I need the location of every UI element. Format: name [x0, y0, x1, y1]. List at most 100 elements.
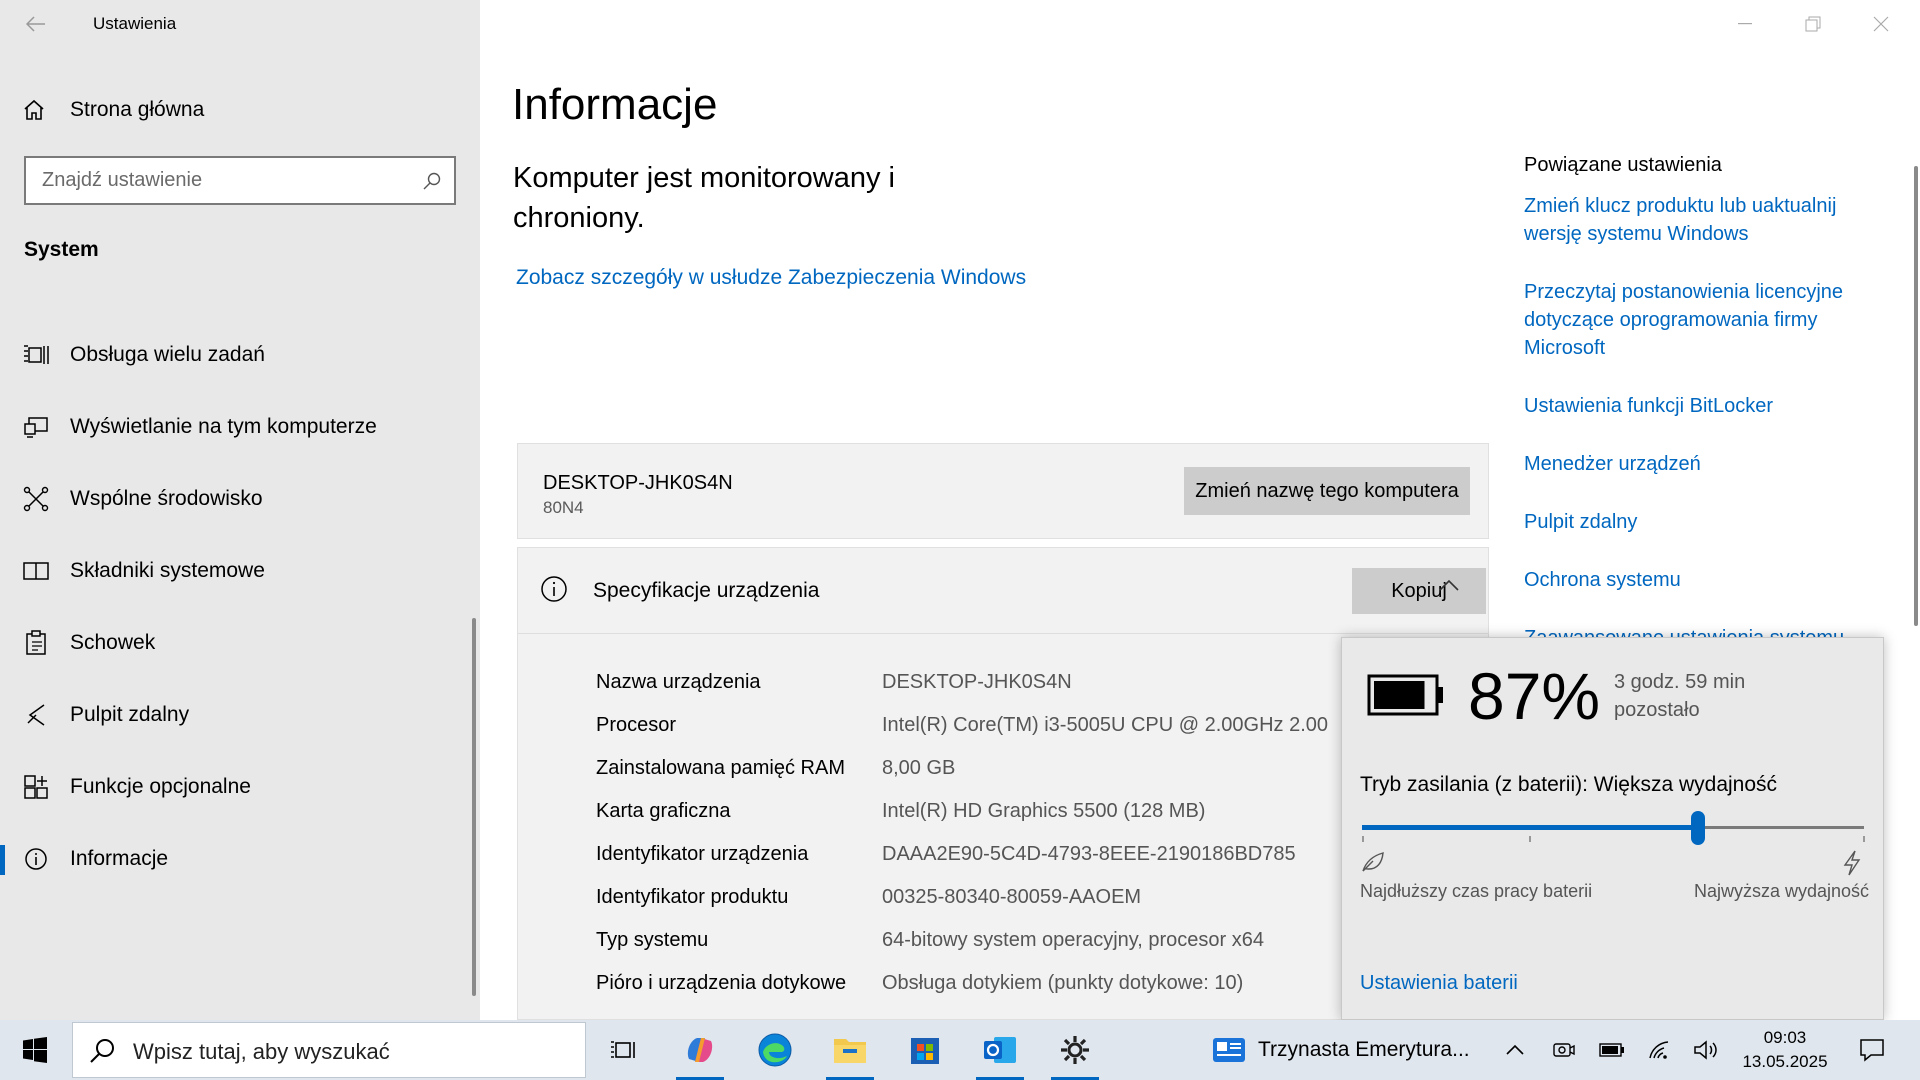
camera-icon [1553, 1043, 1575, 1057]
back-button[interactable] [20, 8, 52, 40]
news-headline: Trzynasta Emerytura... [1258, 1038, 1470, 1061]
spec-key: Pióro i urządzenia dotykowe [596, 972, 847, 994]
spec-value: 00325-80340-80059-AAOEM [882, 886, 1142, 908]
battery-time-remaining: 3 godz. 59 min pozostało [1614, 671, 1746, 721]
sidebar-item-remote-desktop[interactable]: Pulpit zdalny [0, 685, 472, 745]
folder-icon [834, 1039, 866, 1063]
taskbar-app-settings[interactable] [1045, 1020, 1105, 1080]
system-components-icon [22, 557, 50, 585]
outlook-icon [984, 1037, 1016, 1063]
home-icon [24, 99, 44, 120]
rename-pc-button[interactable]: Zmień nazwę tego komputera [1184, 467, 1470, 515]
close-button[interactable] [1858, 6, 1904, 42]
taskbar-search-placeholder: Wpisz tutaj, aby wyszukać [133, 1039, 390, 1064]
taskbar-clock[interactable]: 09:03 13.05.2025 [1730, 1026, 1840, 1074]
device-manager-link[interactable]: Menedżer urządzeń [1524, 450, 1864, 478]
taskbar-app-store[interactable] [895, 1020, 955, 1080]
sidebar-item-about[interactable]: Informacje [0, 829, 472, 889]
notification-icon [1860, 1039, 1884, 1062]
taskbar-app-copilot[interactable] [670, 1020, 730, 1080]
taskbar-search-box[interactable]: Wpisz tutaj, aby wyszukać [72, 1022, 586, 1078]
page-title: Informacje [512, 80, 718, 129]
best-battery-label: Najdłuższy czas pracy baterii [1360, 881, 1593, 901]
search-icon [423, 172, 441, 190]
device-name-card: DESKTOP-JHK0S4N 80N4 Zmień nazwę tego ko… [517, 443, 1489, 539]
taskbar-app-file-explorer[interactable] [820, 1020, 880, 1080]
sidebar-item-shared-experiences[interactable]: Wspólne środowisko [0, 469, 472, 529]
system-protection-link[interactable]: Ochrona systemu [1524, 566, 1864, 594]
close-icon [1873, 16, 1889, 32]
news-widget[interactable]: Trzynasta Emerytura... [1212, 1020, 1470, 1080]
sidebar-scrollbar[interactable] [472, 618, 476, 996]
power-mode-slider-fill [1362, 825, 1699, 830]
device-name: DESKTOP-JHK0S4N [543, 472, 733, 494]
taskbar-app-edge[interactable] [745, 1020, 805, 1080]
settings-search-box[interactable] [24, 156, 456, 205]
sidebar-item-label: Pulpit zdalny [70, 703, 190, 726]
remote-desktop-link[interactable]: Pulpit zdalny [1524, 508, 1864, 536]
chevron-up-icon [1506, 1044, 1524, 1055]
best-performance-label: Najwyższa wydajność [1694, 881, 1870, 901]
camera-tray-button[interactable] [1546, 1020, 1582, 1080]
spec-key: Identyfikator produktu [596, 886, 789, 908]
protection-status-text: Komputer jest monitorowany i chroniony. [513, 162, 895, 234]
change-product-key-link[interactable]: Zmień klucz produktu lub uaktualnij wers… [1524, 192, 1864, 248]
sidebar-item-label: Wspólne środowisko [70, 487, 263, 510]
restore-icon [1805, 16, 1821, 32]
clipboard-icon [22, 629, 50, 657]
optional-features-icon [22, 773, 50, 801]
related-settings-title: Powiązane ustawienia [1524, 154, 1722, 176]
main-scrollbar[interactable] [1914, 166, 1918, 626]
minimize-icon [1738, 23, 1752, 25]
settings-sidebar: Ustawienia Strona główna System Obsługa … [0, 0, 480, 1020]
sidebar-item-label: Obsługa wielu zadań [70, 343, 265, 366]
taskbar: Wpisz tutaj, aby wyszukać Trzynasta Emer… [0, 1020, 1920, 1080]
spec-key: Identyfikator urządzenia [596, 843, 809, 865]
notification-center-button[interactable] [1848, 1020, 1896, 1080]
spec-title: Specyfikacje urządzenia [593, 579, 820, 602]
shared-experiences-icon [22, 485, 50, 513]
battery-tray-button[interactable] [1594, 1020, 1630, 1080]
settings-search-input[interactable] [42, 158, 412, 203]
spec-header[interactable]: Specyfikacje urządzenia Kopiuj [518, 548, 1488, 634]
power-mode-label: Tryb zasilania (z baterii): Większa wyda… [1360, 773, 1778, 796]
network-tray-button[interactable] [1642, 1020, 1678, 1080]
lightning-icon [1843, 850, 1861, 876]
copy-button[interactable]: Kopiuj [1352, 568, 1486, 614]
volume-tray-button[interactable] [1688, 1020, 1724, 1080]
sidebar-item-label: Informacje [70, 847, 169, 870]
leaf-icon [1362, 852, 1384, 872]
home-label: Strona główna [70, 98, 205, 121]
spec-value: DAAA2E90-5C4D-4793-8EEE-2190186BD785 [882, 843, 1296, 865]
sidebar-item-optional-features[interactable]: Funkcje opcjonalne [0, 757, 472, 817]
home-nav-item[interactable]: Strona główna [22, 94, 204, 126]
license-terms-link[interactable]: Przeczytaj postanowienia licencyjne doty… [1524, 278, 1864, 362]
spec-value: 8,00 GB [882, 757, 956, 779]
copilot-icon [687, 1038, 713, 1062]
show-hidden-icons-button[interactable] [1497, 1020, 1533, 1080]
battery-icon [1599, 1043, 1624, 1057]
sidebar-item-multitasking[interactable]: Obsługa wielu zadań [0, 325, 472, 385]
maximize-button[interactable] [1790, 6, 1836, 42]
sidebar-item-projecting[interactable]: Wyświetlanie na tym komputerze [0, 397, 472, 457]
spec-key: Nazwa urządzenia [596, 671, 761, 693]
multitasking-icon [22, 341, 50, 369]
taskbar-app-outlook[interactable] [970, 1020, 1030, 1080]
start-button[interactable] [0, 1020, 70, 1080]
battery-settings-link[interactable]: Ustawienia baterii [1360, 972, 1518, 995]
bitlocker-link[interactable]: Ustawienia funkcji BitLocker [1524, 392, 1864, 420]
power-mode-slider-thumb[interactable] [1691, 811, 1706, 845]
clock-time: 09:03 [1763, 1028, 1807, 1047]
clock-date: 13.05.2025 [1742, 1052, 1828, 1071]
task-view-button[interactable] [594, 1020, 654, 1080]
sidebar-item-clipboard[interactable]: Schowek [0, 613, 472, 673]
spec-value: 64-bitowy system operacyjny, procesor x6… [882, 929, 1265, 951]
wifi-icon [1649, 1041, 1669, 1059]
sidebar-item-system-components[interactable]: Składniki systemowe [0, 541, 472, 601]
security-details-link[interactable]: Zobacz szczegóły w usłudze Zabezpieczeni… [516, 264, 1036, 292]
chevron-up-icon[interactable] [1438, 578, 1460, 592]
back-arrow-icon [26, 16, 45, 32]
speaker-icon [1694, 1040, 1717, 1060]
minimize-button[interactable] [1722, 6, 1768, 42]
spec-key: Procesor [596, 714, 677, 736]
